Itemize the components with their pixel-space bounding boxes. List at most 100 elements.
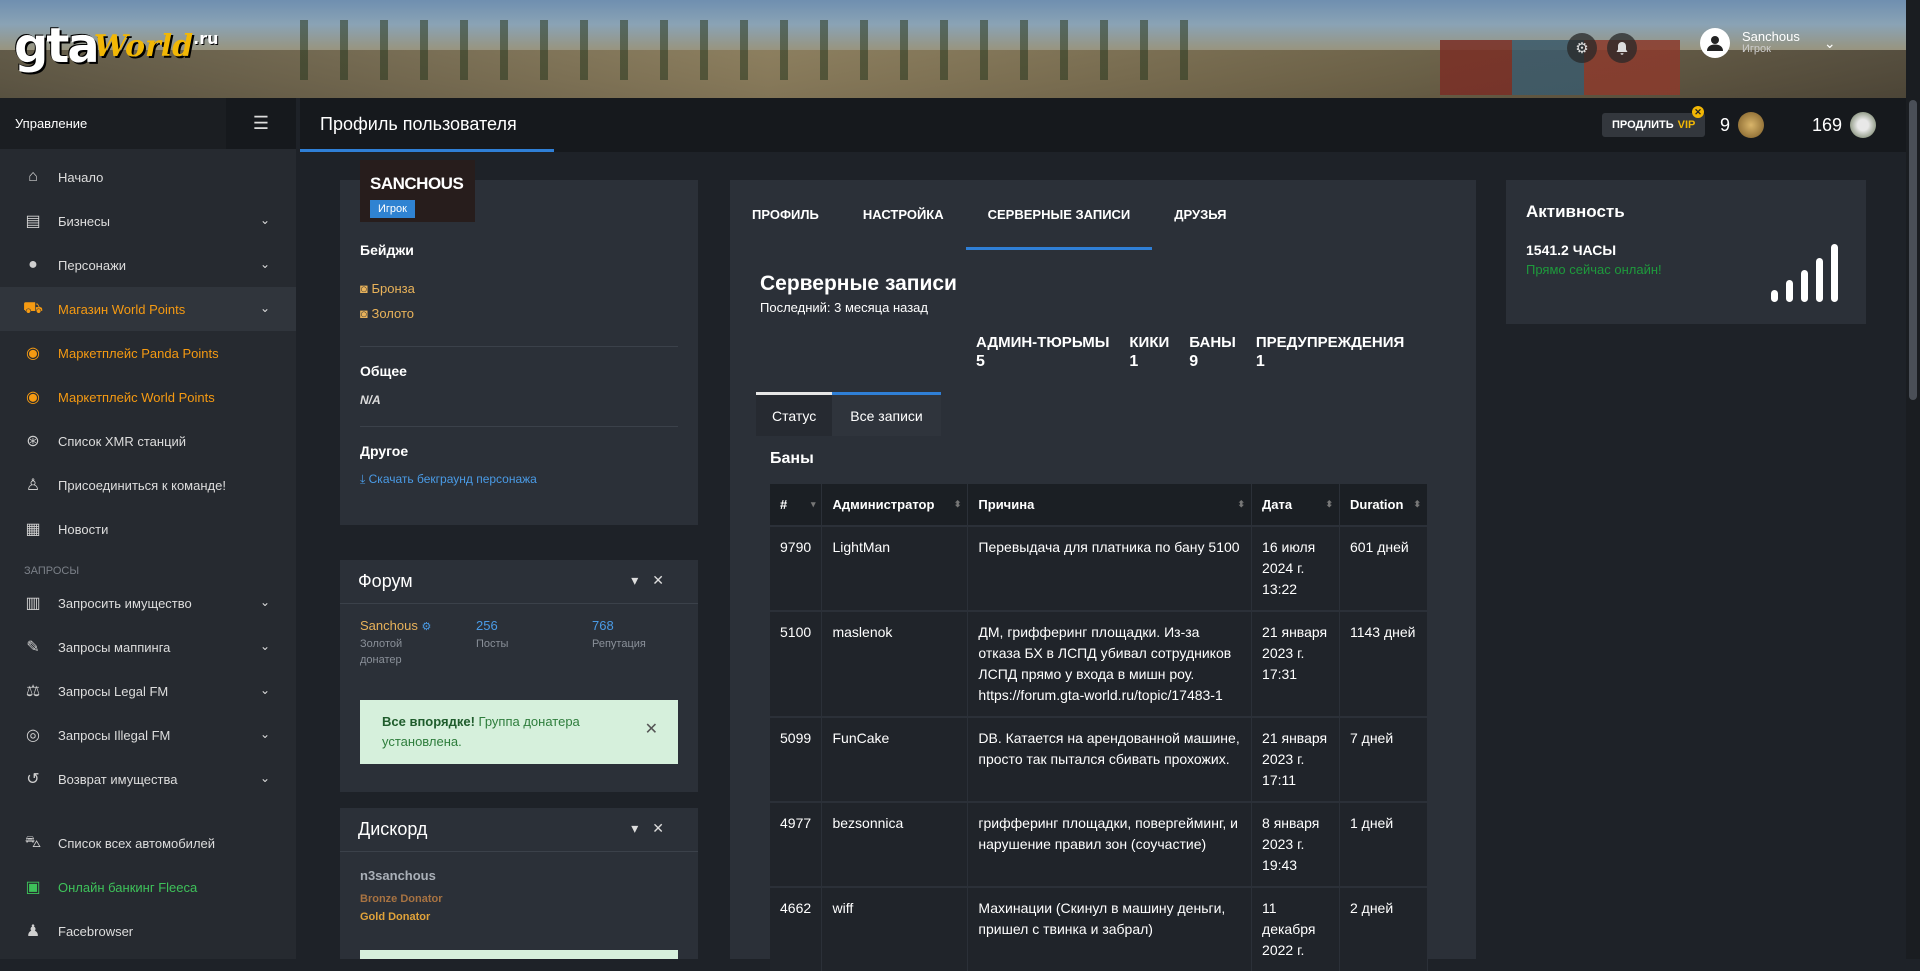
chevron-down-icon: ⌄ <box>259 301 270 315</box>
forum-title: Форум <box>358 571 413 591</box>
chevron-down-icon[interactable]: ⌄ <box>1824 35 1836 52</box>
sidebar-item-businesses[interactable]: ▤ Бизнесы ⌄ <box>0 199 296 243</box>
settings-gear-icon[interactable]: ⚙ <box>1567 33 1597 63</box>
tab-friends[interactable]: ДРУЗЬЯ <box>1152 180 1248 248</box>
user-tie-icon: ♙ <box>25 477 41 494</box>
chevron-down-icon: ⌄ <box>259 771 270 785</box>
download-background-link[interactable]: ⤓ Скачать бекграунд персонажа <box>360 472 537 487</box>
collapse-caret-icon[interactable]: ▾ <box>631 820 652 836</box>
close-icon[interactable]: ✕ <box>652 820 678 836</box>
chevron-down-icon: ⌄ <box>259 683 270 697</box>
extend-vip-button[interactable]: ПРОДЛИТЬ VIP <box>1602 113 1706 137</box>
badge-bronze: ◙ Бронза <box>360 281 415 296</box>
col-id[interactable]: # ▾ <box>770 484 823 526</box>
undo-icon: ↺ <box>26 771 40 788</box>
table-row: 4977 bezsonnica грифферинг площадки, пов… <box>770 801 1429 887</box>
medal-icon: ◙ <box>360 306 372 321</box>
online-status: Прямо сейчас онлайн! <box>1526 262 1662 277</box>
car-icon: ⛍ <box>24 834 42 851</box>
discord-role-gold: Gold Donator <box>360 911 431 923</box>
page-header-bar: Профиль пользователя ПРОДЛИТЬ VIP ✕ 9 169 <box>300 98 1920 152</box>
records-card: ПРОФИЛЬ НАСТРОЙКА СЕРВЕРНЫЕ ЗАПИСИ ДРУЗЬ… <box>730 180 1476 971</box>
sidebar-item-world-marketplace[interactable]: ◉ Маркетплейс World Points <box>0 375 296 419</box>
discord-username: n3sanchous <box>360 868 436 883</box>
subtab-status[interactable]: Статус <box>756 392 833 436</box>
sidebar-item-property-return[interactable]: ↺ Возврат имущества ⌄ <box>0 757 296 801</box>
sidebar-item-xmr-stations[interactable]: ⊛ Список XMR станций <box>0 419 296 463</box>
user-name: Sanchous <box>1742 29 1800 45</box>
sidebar-item-fleeca-banking[interactable]: ▣ Онлайн банкинг Fleeca <box>0 865 296 909</box>
activity-hours: 1541.2 ЧАСЫ <box>1526 242 1617 258</box>
money-icon: ▣ <box>25 879 41 896</box>
hamburger-menu-icon[interactable]: ☰ <box>226 98 296 149</box>
brush-icon: ✎ <box>26 639 40 656</box>
sidebar-item-characters[interactable]: ● Персонажи ⌄ <box>0 243 296 287</box>
badges-heading: Бейджи <box>360 242 414 258</box>
other-heading: Другое <box>360 443 409 459</box>
badge-gold: ◙ Золото <box>360 306 414 321</box>
sidebar-item-world-points-shop[interactable]: ⛟ Магазин World Points ⌄ <box>0 287 296 331</box>
user-icon: ● <box>28 256 38 273</box>
sort-icon: ⬍ <box>1413 499 1421 509</box>
site-logo[interactable]: gta World .ru <box>14 10 219 70</box>
general-value: N/A <box>360 393 381 407</box>
close-icon[interactable]: ✕ <box>652 572 678 588</box>
download-icon: ⤓ <box>360 472 369 486</box>
forum-widget: Форум ▾✕ Sanchous ⚙ Золотой донатер 256 По… <box>340 560 698 792</box>
sidebar-item-news[interactable]: ▦ Новости <box>0 507 296 551</box>
panda-coin-icon <box>1850 112 1877 138</box>
sidebar-item-panda-marketplace[interactable]: ◉ Маркетплейс Panda Points <box>0 331 296 375</box>
count-warnings: ПРЕДУПРЕЖДЕНИЯ 1 <box>1255 334 1405 370</box>
sidebar-item-home[interactable]: ⌂ Начало <box>0 155 296 199</box>
sidebar-item-illegal-fm[interactable]: ◎ Запросы Illegal FM ⌄ <box>0 713 296 757</box>
bans-heading: Баны <box>770 450 814 467</box>
activity-title: Активность <box>1526 202 1625 221</box>
scrollbar-thumb[interactable] <box>1909 100 1917 400</box>
sidebar-item-vehicles[interactable]: ⛍ Список всех автомобилей <box>0 821 296 865</box>
home-icon: ⌂ <box>28 168 38 185</box>
profile-name: SANCHOUS <box>370 174 464 193</box>
table-row: 4662 wiff Махинации (Скинул в машину ден… <box>770 886 1429 971</box>
sidebar-item-mapping-requests[interactable]: ✎ Запросы маппинга ⌄ <box>0 625 296 669</box>
page-scrollbar[interactable] <box>1906 0 1920 959</box>
coins-icon: ◉ <box>26 389 40 406</box>
sidebar-item-join-team[interactable]: ♙ Присоединиться к команде! <box>0 463 296 507</box>
notifications-bell-icon[interactable] <box>1607 33 1637 63</box>
col-date[interactable]: Дата ⬍ <box>1251 484 1340 526</box>
building-icon: ▥ <box>25 595 41 612</box>
sidebar-item-legal-fm[interactable]: ⚖ Запросы Legal FM ⌄ <box>0 669 296 713</box>
count-admin-jail: АДМИН-ТЮРЬМЫ 5 <box>976 334 1110 370</box>
alert-close-icon[interactable]: ✕ <box>645 718 658 743</box>
collapse-caret-icon[interactable]: ▾ <box>631 572 652 588</box>
vip-close-icon[interactable]: ✕ <box>1692 106 1704 118</box>
forum-username[interactable]: Sanchous ⚙ <box>360 618 431 633</box>
tab-server-records[interactable]: СЕРВЕРНЫЕ ЗАПИСИ <box>965 180 1153 250</box>
role-badge: Игрок <box>370 200 415 218</box>
sidebar-item-facebrowser[interactable]: ♟ Facebrowser <box>0 909 296 953</box>
col-duration[interactable]: Duration ⬍ <box>1339 484 1429 526</box>
newspaper-icon: ▦ <box>25 521 41 538</box>
records-subtitle: Последний: 3 месяца назад <box>760 300 928 315</box>
user-role: Игрок <box>1742 43 1771 56</box>
sidebar: Управление ☰ ⌂ Начало ▤ Бизнесы ⌄ ● Персонаж… <box>0 98 296 959</box>
user-menu[interactable]: Sanchous Игрок ⌄ <box>1700 28 1836 58</box>
discord-role-bronze: Bronze Donator <box>360 893 443 905</box>
sidebar-item-request-property[interactable]: ▥ Запросить имущество ⌄ <box>0 581 296 625</box>
chevron-down-icon: ⌄ <box>259 595 270 609</box>
mask-icon: ◎ <box>26 727 40 744</box>
col-admin[interactable]: Администратор ⬍ <box>821 484 969 526</box>
sort-icon: ▾ <box>810 499 816 509</box>
subtab-all-records[interactable]: Все записи <box>832 392 941 436</box>
chevron-down-icon: ⌄ <box>259 727 270 741</box>
forum-reputation-count: 768 <box>592 618 614 633</box>
record-counts: АДМИН-ТЮРЬМЫ 5 КИКИ 1 БАНЫ 9 ПРЕДУПРЕЖДЕНИЯ… <box>976 334 1404 371</box>
chevron-down-icon: ⌄ <box>259 257 270 271</box>
sort-icon: ⬍ <box>1237 499 1246 509</box>
panda-points-stat: 9 <box>1720 112 1765 138</box>
medal-icon: ◙ <box>360 281 372 296</box>
tab-profile[interactable]: ПРОФИЛЬ <box>730 180 841 248</box>
world-points-stat: 169 <box>1812 112 1877 138</box>
tab-settings[interactable]: НАСТРОЙКА <box>841 180 966 248</box>
col-reason[interactable]: Причина ⬍ <box>967 484 1253 526</box>
profile-card: SANCHOUS Игрок Бейджи ◙ Бронза ◙ Золото … <box>340 160 698 525</box>
